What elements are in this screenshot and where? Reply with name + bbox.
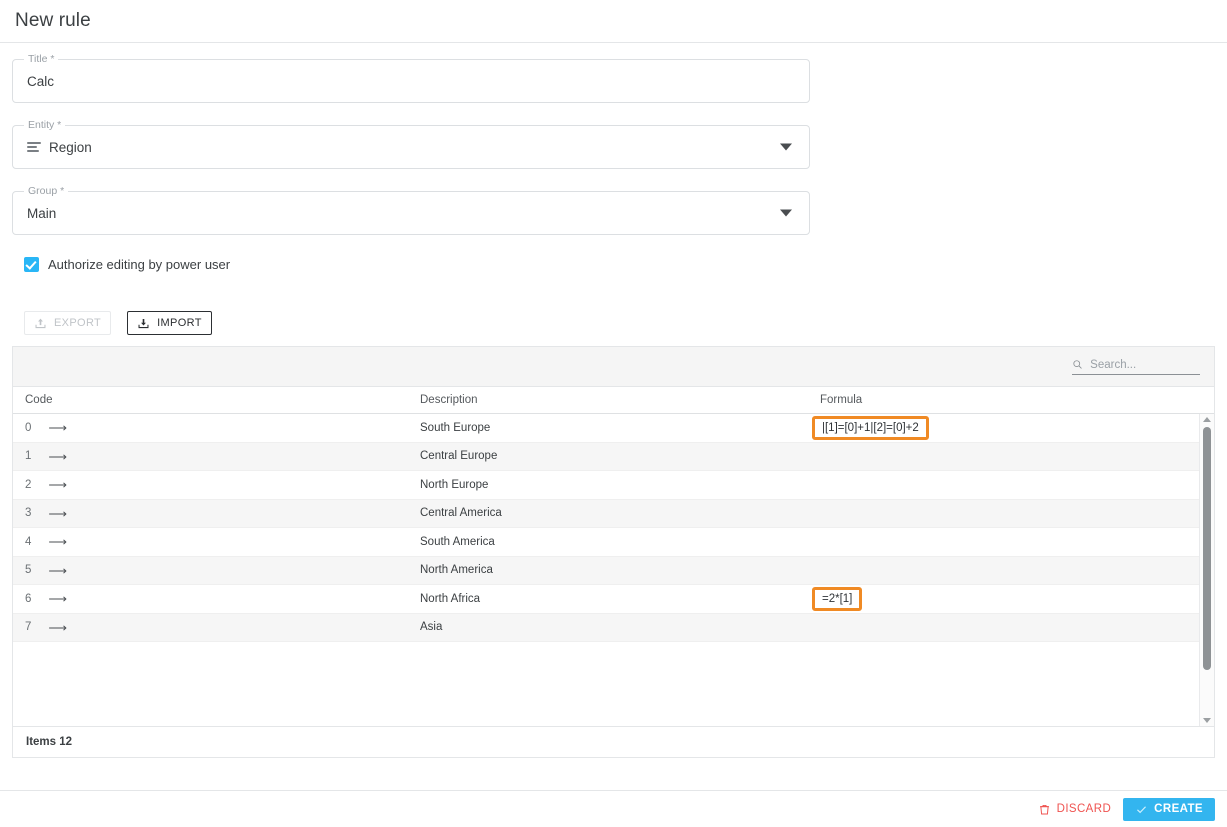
arrow-right-icon[interactable]: ⟶ [48, 450, 67, 463]
trash-icon [1039, 804, 1049, 814]
cell-description: North Africa [420, 592, 481, 605]
cell-description: Central Europe [420, 450, 498, 463]
group-field-label: Group * [24, 185, 69, 198]
arrow-right-icon[interactable]: ⟶ [48, 478, 67, 491]
table-rows: 0 ⟶ South Europe |[1]=[0]+1|[2]=[0]+2 1 ⟶ Cent… [13, 414, 1199, 726]
table-scrollbar[interactable] [1199, 414, 1214, 726]
cell-description: South America [420, 535, 495, 548]
create-button-label: CREATE [1154, 803, 1203, 815]
rule-form: Title * Calc Entity * Region Group * Mai… [0, 43, 1227, 335]
cell-code: 6 ⟶ [25, 592, 420, 605]
cell-code: 5 ⟶ [25, 564, 420, 577]
cell-description: North America [420, 564, 493, 577]
cell-code: 4 ⟶ [25, 535, 420, 548]
title-field-value: Calc [27, 73, 55, 89]
title-field-label: Title * [24, 53, 59, 66]
export-button[interactable]: EXPORT [24, 311, 112, 335]
cell-code: 0 ⟶ [25, 421, 420, 434]
search-input[interactable] [1090, 358, 1200, 371]
search-box[interactable] [1072, 358, 1200, 375]
row-code: 6 [25, 592, 32, 605]
cell-code: 7 ⟶ [25, 621, 420, 634]
page-title: New rule [15, 10, 91, 31]
download-icon [138, 318, 149, 328]
chevron-down-icon[interactable] [780, 209, 792, 217]
check-icon[interactable] [24, 257, 39, 272]
list-lines-icon [27, 142, 41, 152]
new-rule-page: New rule Title * Calc Entity * Region Gr… [0, 0, 1227, 827]
import-button[interactable]: IMPORT [127, 311, 212, 335]
cell-description: Asia [420, 621, 443, 634]
arrow-right-icon[interactable]: ⟶ [48, 564, 67, 577]
row-code: 4 [25, 535, 32, 548]
row-code: 1 [25, 450, 32, 463]
arrow-right-icon[interactable]: ⟶ [48, 507, 67, 520]
scrollbar-thumb[interactable] [1203, 427, 1211, 670]
export-button-label: EXPORT [54, 317, 102, 329]
column-header-description[interactable]: Description [420, 394, 820, 406]
row-code: 2 [25, 478, 32, 491]
cell-description: South Europe [420, 421, 491, 434]
table-footer: Items 12 [13, 726, 1214, 757]
cell-code: 2 ⟶ [25, 478, 420, 491]
row-code: 7 [25, 621, 32, 634]
table-row[interactable]: 7 ⟶ Asia [13, 613, 1199, 642]
arrow-right-icon[interactable]: ⟶ [48, 592, 67, 605]
create-button[interactable]: CREATE [1123, 797, 1215, 821]
cell-formula[interactable]: |[1]=[0]+1|[2]=[0]+2 [812, 415, 1199, 440]
group-field[interactable]: Group * Main [12, 185, 810, 235]
table-row[interactable]: 0 ⟶ South Europe |[1]=[0]+1|[2]=[0]+2 [13, 414, 1199, 443]
scroll-up-icon[interactable] [1203, 417, 1211, 422]
arrow-right-icon[interactable]: ⟶ [48, 535, 67, 548]
page-header: New rule [0, 0, 1227, 43]
authorize-editing-checkbox-row[interactable]: Authorize editing by power user [24, 257, 1227, 272]
cell-description: North Europe [420, 478, 489, 491]
cell-code: 1 ⟶ [25, 450, 420, 463]
table-row[interactable]: 4 ⟶ South America [13, 528, 1199, 557]
import-button-label: IMPORT [157, 317, 202, 329]
group-field-value: Main [27, 205, 57, 221]
table-row[interactable]: 6 ⟶ North Africa =2*[1] [13, 585, 1199, 614]
search-icon [1073, 360, 1082, 369]
discard-button-label: DISCARD [1056, 803, 1112, 815]
table-row[interactable]: 5 ⟶ North America [13, 556, 1199, 585]
entity-field[interactable]: Entity * Region [12, 119, 810, 169]
upload-icon [35, 318, 46, 328]
table-row[interactable]: 1 ⟶ Central Europe [13, 442, 1199, 471]
scrollbar-track[interactable] [1200, 425, 1214, 715]
discard-button[interactable]: DISCARD [1038, 803, 1112, 816]
arrow-right-icon[interactable]: ⟶ [48, 621, 67, 634]
cell-description: Central America [420, 507, 502, 520]
items-count-label: Items 12 [26, 736, 73, 748]
column-header-code[interactable]: Code [25, 394, 420, 406]
column-header-formula[interactable]: Formula [820, 394, 1214, 406]
check-icon [1137, 805, 1147, 813]
formula-highlight: |[1]=[0]+1|[2]=[0]+2 [812, 415, 929, 440]
cell-code: 3 ⟶ [25, 507, 420, 520]
entity-field-value-wrap: Region [13, 140, 92, 155]
table-row[interactable]: 2 ⟶ North Europe [13, 471, 1199, 500]
title-field[interactable]: Title * Calc [12, 53, 810, 103]
authorize-editing-label: Authorize editing by power user [48, 257, 231, 272]
table-row[interactable]: 3 ⟶ Central America [13, 499, 1199, 528]
action-bar: DISCARD CREATE [0, 790, 1227, 827]
rules-table-card: Code Description Formula 0⟶South Europe|… [12, 346, 1215, 758]
formula-highlight: =2*[1] [812, 586, 863, 611]
arrow-right-icon[interactable]: ⟶ [48, 421, 67, 434]
chevron-down-icon[interactable] [780, 143, 792, 151]
entity-field-value: Region [49, 139, 92, 155]
scroll-down-icon[interactable] [1203, 718, 1211, 723]
row-code: 3 [25, 507, 32, 520]
entity-field-label: Entity * [24, 119, 66, 132]
table-header-row: Code Description Formula [13, 387, 1214, 414]
row-code: 0 [25, 421, 32, 434]
cell-formula[interactable]: =2*[1] [812, 586, 1199, 611]
table-toolbar [13, 347, 1214, 387]
row-code: 5 [25, 564, 32, 577]
import-export-toolbar: EXPORT IMPORT [24, 311, 1227, 335]
table-body: 0 ⟶ South Europe |[1]=[0]+1|[2]=[0]+2 1 ⟶ Cent… [13, 414, 1214, 726]
